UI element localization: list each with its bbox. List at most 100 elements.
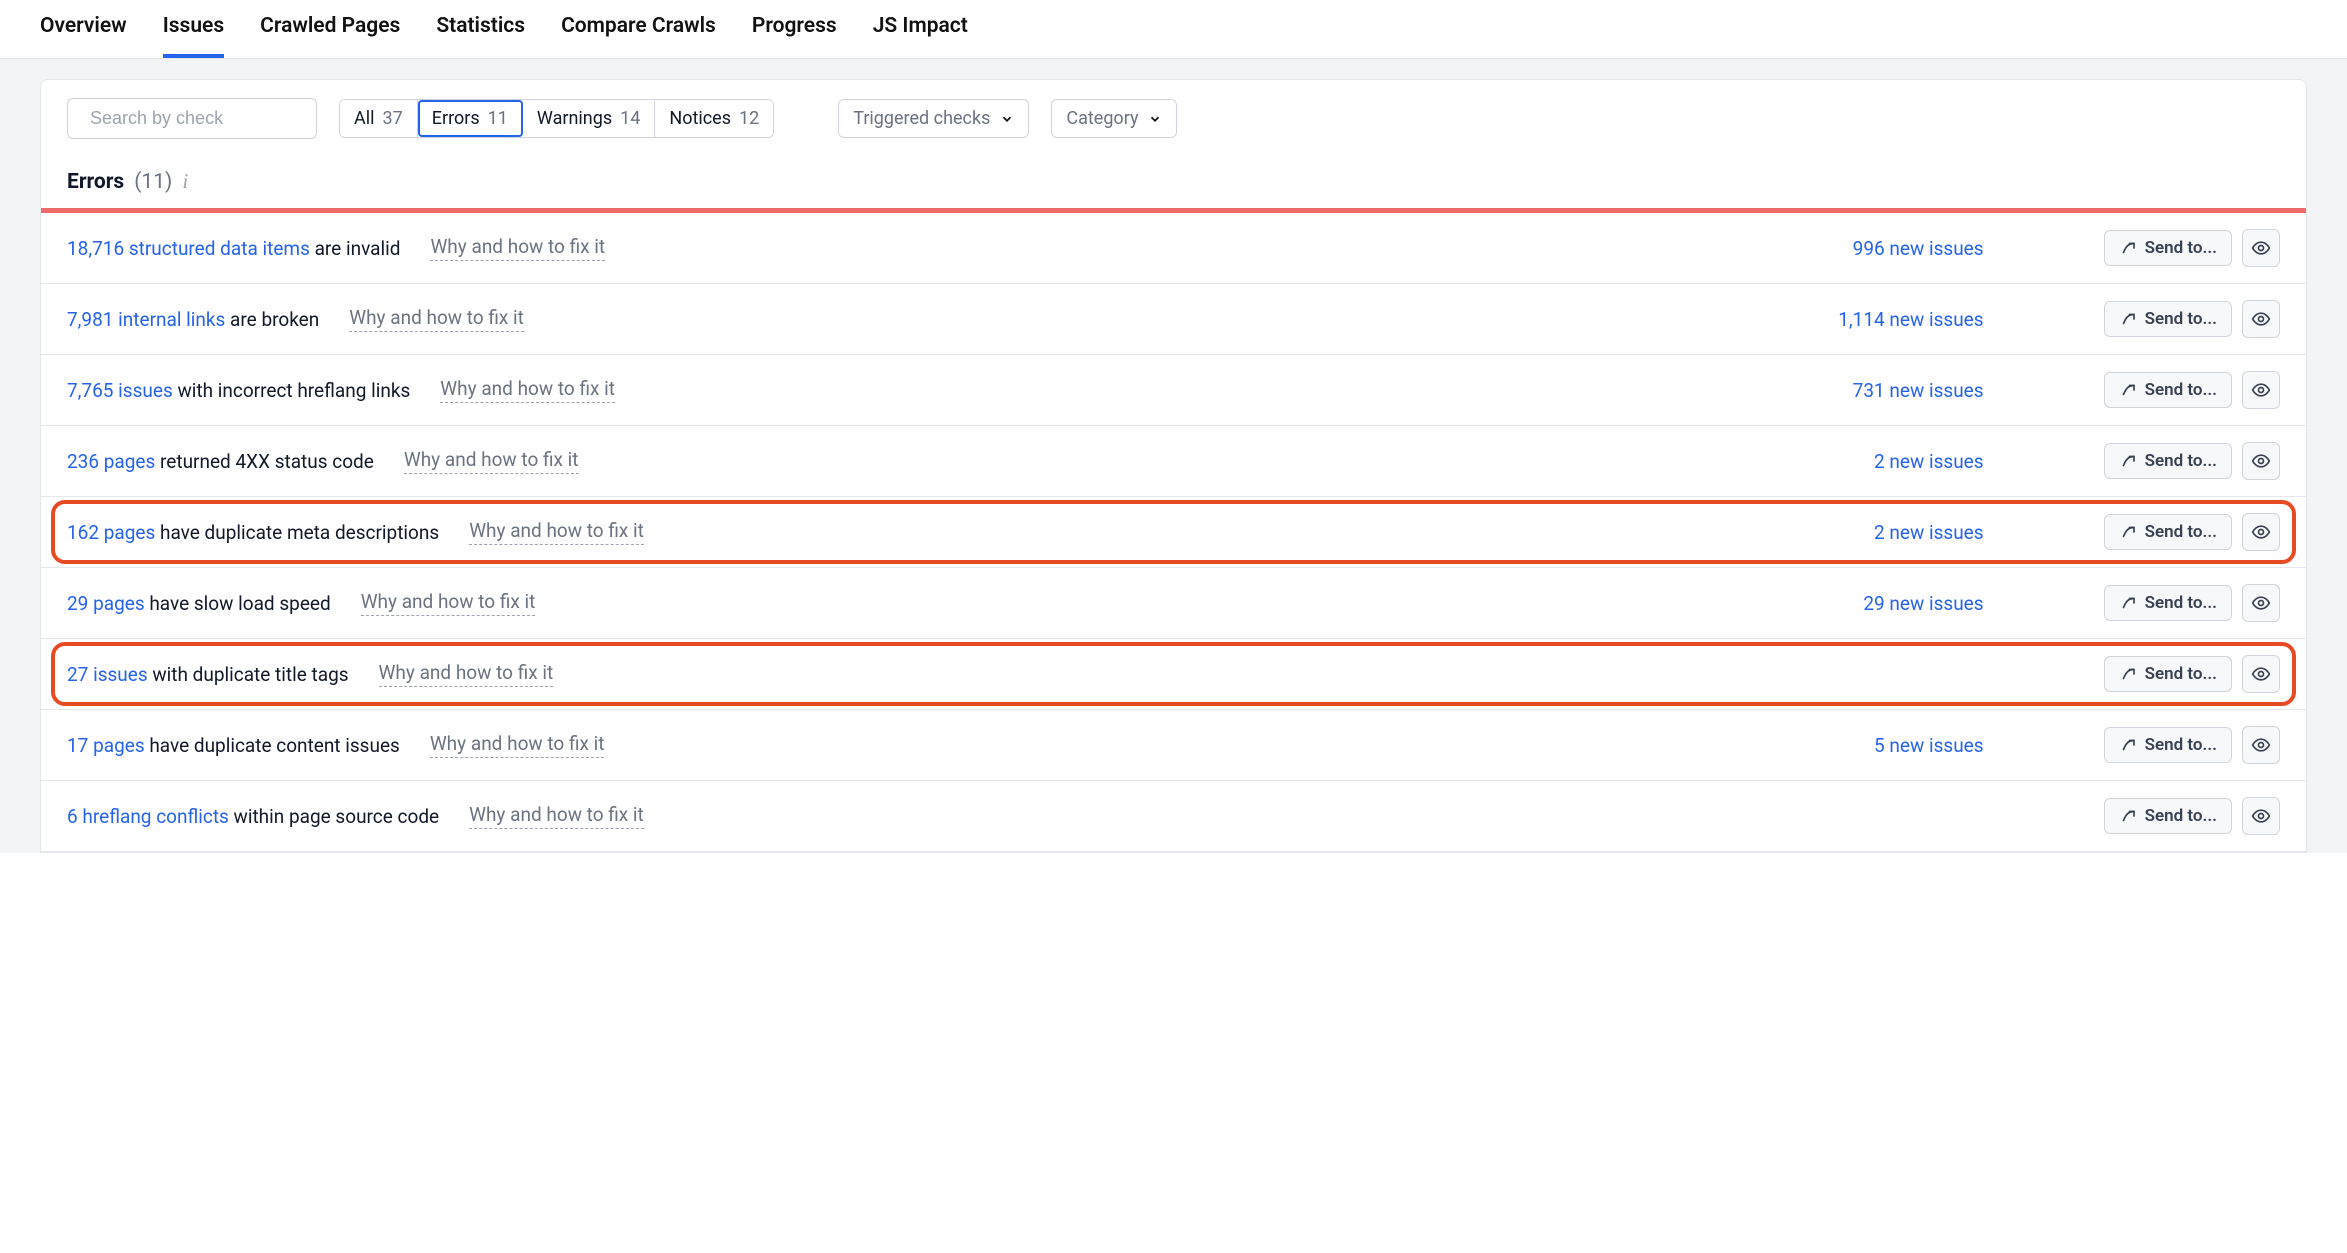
how-to-fix-link[interactable]: Why and how to fix it bbox=[404, 448, 579, 474]
issue-left: 18,716 structured data items are invalid… bbox=[67, 235, 1794, 261]
how-to-fix-link[interactable]: Why and how to fix it bbox=[430, 235, 605, 261]
view-button[interactable] bbox=[2242, 797, 2280, 835]
new-issues-link[interactable]: 2 new issues bbox=[1794, 521, 2014, 544]
send-icon bbox=[2119, 736, 2137, 754]
send-to-button[interactable]: Send to... bbox=[2104, 443, 2232, 479]
issue-description: 162 pages have duplicate meta descriptio… bbox=[67, 521, 439, 544]
send-icon bbox=[2119, 310, 2137, 328]
issue-actions: Send to... bbox=[2104, 229, 2280, 267]
severity-filter: All37Errors11Warnings14Notices12 bbox=[339, 99, 774, 138]
send-to-button[interactable]: Send to... bbox=[2104, 656, 2232, 692]
issue-suffix: are broken bbox=[225, 308, 319, 331]
issue-count-link[interactable]: 7,765 issues bbox=[67, 379, 173, 402]
how-to-fix-link[interactable]: Why and how to fix it bbox=[440, 377, 615, 403]
section-title: Errors bbox=[67, 170, 124, 194]
chevron-down-icon bbox=[1000, 112, 1014, 126]
segment-label: All bbox=[354, 108, 375, 129]
how-to-fix-link[interactable]: Why and how to fix it bbox=[430, 732, 605, 758]
send-to-label: Send to... bbox=[2145, 593, 2217, 613]
issue-actions: Send to... bbox=[2104, 655, 2280, 693]
view-button[interactable] bbox=[2242, 655, 2280, 693]
top-nav: Overview Issues Crawled Pages Statistics Com… bbox=[0, 0, 2347, 59]
issue-count-link[interactable]: 27 issues bbox=[67, 663, 148, 686]
issue-description: 17 pages have duplicate content issues bbox=[67, 734, 400, 757]
issue-count-link[interactable]: 29 pages bbox=[67, 592, 145, 615]
nav-tab-issues[interactable]: Issues bbox=[163, 14, 224, 58]
how-to-fix-link[interactable]: Why and how to fix it bbox=[349, 306, 524, 332]
issue-row: 236 pages returned 4XX status codeWhy an… bbox=[41, 426, 2306, 497]
nav-tab-progress[interactable]: Progress bbox=[752, 14, 837, 58]
issue-left: 236 pages returned 4XX status codeWhy an… bbox=[67, 448, 1794, 474]
issues-list: 18,716 structured data items are invalid… bbox=[41, 213, 2306, 852]
issue-left: 7,765 issues with incorrect hreflang lin… bbox=[67, 377, 1794, 403]
send-to-button[interactable]: Send to... bbox=[2104, 372, 2232, 408]
view-button[interactable] bbox=[2242, 584, 2280, 622]
issue-left: 29 pages have slow load speed Why and how… bbox=[67, 590, 1794, 616]
section-count: (11) bbox=[134, 170, 172, 194]
send-to-button[interactable]: Send to... bbox=[2104, 230, 2232, 266]
segment-label: Errors bbox=[432, 108, 480, 129]
search-input[interactable] bbox=[88, 107, 324, 130]
nav-tab-compare-crawls[interactable]: Compare Crawls bbox=[561, 14, 716, 58]
search-box[interactable] bbox=[67, 98, 317, 139]
issue-count-link[interactable]: 162 pages bbox=[67, 521, 155, 544]
filter-seg-notices[interactable]: Notices12 bbox=[655, 100, 773, 137]
send-to-button[interactable]: Send to... bbox=[2104, 514, 2232, 550]
new-issues-link[interactable]: 996 new issues bbox=[1794, 237, 2014, 260]
issue-count-link[interactable]: 18,716 structured data items bbox=[67, 237, 310, 260]
send-to-button[interactable]: Send to... bbox=[2104, 585, 2232, 621]
triggered-checks-dropdown[interactable]: Triggered checks bbox=[838, 99, 1029, 138]
filter-seg-errors[interactable]: Errors11 bbox=[418, 100, 523, 137]
send-icon bbox=[2119, 523, 2137, 541]
new-issues-link[interactable]: 731 new issues bbox=[1794, 379, 2014, 402]
issue-left: 162 pages have duplicate meta descriptio… bbox=[67, 519, 1794, 545]
issue-description: 6 hreflang conflicts within page source … bbox=[67, 805, 439, 828]
send-to-button[interactable]: Send to... bbox=[2104, 301, 2232, 337]
issue-row: 7,765 issues with incorrect hreflang lin… bbox=[41, 355, 2306, 426]
issue-count-link[interactable]: 236 pages bbox=[67, 450, 155, 473]
filter-seg-warnings[interactable]: Warnings14 bbox=[523, 100, 655, 137]
view-button[interactable] bbox=[2242, 229, 2280, 267]
nav-tab-overview[interactable]: Overview bbox=[40, 14, 127, 58]
view-button[interactable] bbox=[2242, 513, 2280, 551]
view-button[interactable] bbox=[2242, 371, 2280, 409]
issue-actions: Send to... bbox=[2104, 584, 2280, 622]
issue-description: 27 issues with duplicate title tags bbox=[67, 663, 349, 686]
issue-count-link[interactable]: 7,981 internal links bbox=[67, 308, 225, 331]
category-dropdown[interactable]: Category bbox=[1051, 99, 1177, 138]
eye-icon bbox=[2251, 664, 2271, 684]
segment-label: Notices bbox=[669, 108, 731, 129]
send-to-label: Send to... bbox=[2145, 451, 2217, 471]
send-to-button[interactable]: Send to... bbox=[2104, 798, 2232, 834]
issue-count-link[interactable]: 6 hreflang conflicts bbox=[67, 805, 229, 828]
nav-tab-crawled-pages[interactable]: Crawled Pages bbox=[260, 14, 400, 58]
view-button[interactable] bbox=[2242, 726, 2280, 764]
issue-actions: Send to... bbox=[2104, 513, 2280, 551]
issue-row: 18,716 structured data items are invalid… bbox=[41, 213, 2306, 284]
issue-suffix: have slow load speed bbox=[145, 592, 331, 615]
nav-tab-statistics[interactable]: Statistics bbox=[436, 14, 525, 58]
issue-left: 27 issues with duplicate title tags Why a… bbox=[67, 661, 1794, 687]
new-issues-link[interactable]: 5 new issues bbox=[1794, 734, 2014, 757]
new-issues-link[interactable]: 29 new issues bbox=[1794, 592, 2014, 615]
how-to-fix-link[interactable]: Why and how to fix it bbox=[361, 590, 536, 616]
new-issues-link[interactable]: 1,114 new issues bbox=[1794, 308, 2014, 331]
issues-card: All37Errors11Warnings14Notices12 Trigger… bbox=[40, 79, 2307, 853]
view-button[interactable] bbox=[2242, 300, 2280, 338]
how-to-fix-link[interactable]: Why and how to fix it bbox=[469, 519, 644, 545]
how-to-fix-link[interactable]: Why and how to fix it bbox=[379, 661, 554, 687]
send-to-button[interactable]: Send to... bbox=[2104, 727, 2232, 763]
info-icon[interactable]: i bbox=[182, 169, 188, 194]
view-button[interactable] bbox=[2242, 442, 2280, 480]
how-to-fix-link[interactable]: Why and how to fix it bbox=[469, 803, 644, 829]
new-issues-link[interactable]: 2 new issues bbox=[1794, 450, 2014, 473]
filter-seg-all[interactable]: All37 bbox=[340, 100, 418, 137]
issue-count-link[interactable]: 17 pages bbox=[67, 734, 145, 757]
issue-row: 29 pages have slow load speed Why and how… bbox=[41, 568, 2306, 639]
eye-icon bbox=[2251, 593, 2271, 613]
issue-row: 7,981 internal links are broken Why and h… bbox=[41, 284, 2306, 355]
send-icon bbox=[2119, 665, 2137, 683]
send-icon bbox=[2119, 381, 2137, 399]
eye-icon bbox=[2251, 380, 2271, 400]
nav-tab-js-impact[interactable]: JS Impact bbox=[873, 14, 968, 58]
